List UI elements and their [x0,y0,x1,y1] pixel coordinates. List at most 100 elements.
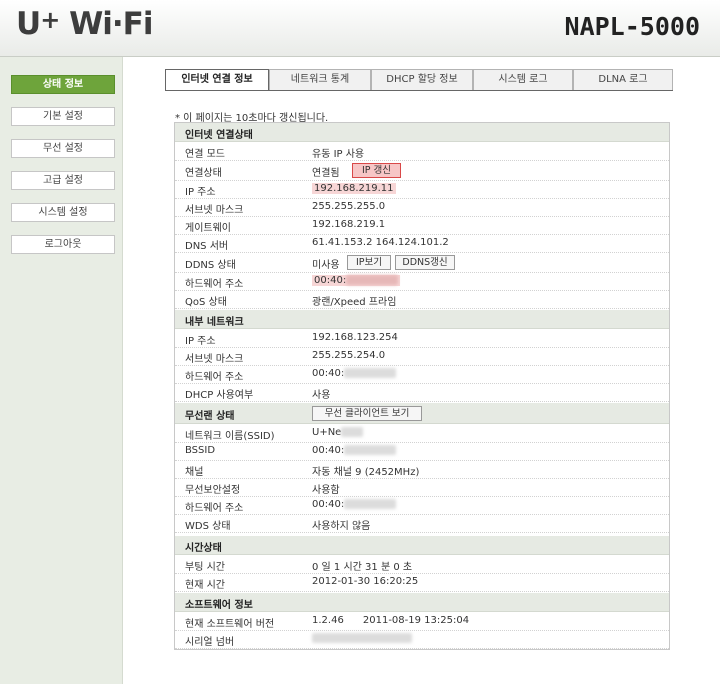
row-label: 시리얼 넘버 [185,637,235,648]
row-ip-address: IP 주소 192.168.219.11 [175,181,669,199]
redacted-value [344,368,397,378]
row-label: 네트워크 이름(SSID) [185,431,275,442]
row-gateway: 게이트웨이 192.168.219.1 [175,217,669,235]
row-value [312,633,412,644]
row-ddns: DDNS 상태 미사용 IP보기 DDNS갱신 [175,253,669,273]
ddns-renew-button[interactable]: DDNS갱신 [395,255,455,270]
row-value: 0 일 1 시간 31 분 0 초 [312,562,413,573]
row-software-version: 현재 소프트웨어 버전 1.2.46 2011-08-19 13:25:04 [175,613,669,631]
row-label: DDNS 상태 [185,260,236,271]
tab-dlna-log[interactable]: DLNA 로그 [573,69,673,91]
row-label: 하드웨어 주소 [185,279,244,290]
row-label: 연결상태 [185,168,222,179]
row-wireless-mac: 하드웨어 주소 00:40: [175,497,669,515]
row-hardware-address: 하드웨어 주소 00:40: [175,273,669,291]
row-internal-mask: 서브넷 마스크 255.255.254.0 [175,348,669,366]
row-label: QoS 상태 [185,297,227,308]
row-internal-mac: 하드웨어 주소 00:40: [175,366,669,384]
row-value: 255.255.254.0 [312,350,386,361]
section-time: 시간상태 [175,536,669,555]
row-current-time: 현재 시간 2012-01-30 16:20:25 [175,574,669,592]
sidebar-item-status[interactable]: 상태 정보 [11,75,115,94]
row-qos: QoS 상태 광랜/Xpeed 프라임 [175,291,669,309]
row-value: 광랜/Xpeed 프라임 [312,297,397,308]
ip-view-button[interactable]: IP보기 [347,255,391,270]
sidebar-item-wireless[interactable]: 무선 설정 [11,139,115,158]
mac-prefix: 00:40: [314,275,347,286]
row-label: 하드웨어 주소 [185,503,244,514]
row-ssid: 네트워크 이름(SSID) U+Ne [175,425,669,443]
status-panel: 인터넷 연결상태 연결 모드 유동 IP 사용 연결상태 연결됨 IP 갱신 I… [174,122,670,650]
section-internal-network: 내부 네트워크 [175,310,669,329]
row-value: 연결됨 [312,168,340,179]
row-label: 서브넷 마스크 [185,354,244,365]
tab-dhcp-info[interactable]: DHCP 할당 정보 [371,69,473,91]
sidebar-item-logout[interactable]: 로그아웃 [11,235,115,254]
row-value: 사용함 [312,485,340,496]
ssid-prefix: U+Ne [312,427,342,438]
row-label: 현재 소프트웨어 버전 [185,619,275,630]
redacted-value [344,499,397,509]
tab-underline [165,90,673,91]
row-label: 무선보안설정 [185,485,241,496]
row-label: 서브넷 마스크 [185,205,244,216]
row-label: 하드웨어 주소 [185,372,244,383]
redacted-value [341,427,364,437]
mac-prefix: 00:40: [312,368,345,379]
model-name: NAPL-5000 [564,12,700,41]
row-value: 사용하지 않음 [312,521,371,532]
section-title: 인터넷 연결상태 [185,130,253,141]
row-value: 00:40: [312,499,397,510]
row-value: 자동 채널 9 (2452MHz) [312,467,420,478]
row-wireless-security: 무선보안설정 사용함 [175,479,669,497]
sidebar-item-basic[interactable]: 기본 설정 [11,107,115,126]
section-title: 소프트웨어 정보 [185,600,253,611]
brand-logo: U+ Wi·Fi [16,6,153,42]
redacted-value [312,633,412,643]
wireless-clients-button[interactable]: 무선 클라이언트 보기 [312,406,422,421]
tab-network-stats[interactable]: 네트워크 통계 [269,69,371,91]
row-value: 255.255.255.0 [312,201,386,212]
row-label: IP 주소 [185,336,216,347]
row-wds: WDS 상태 사용하지 않음 [175,515,669,533]
redacted-value [346,275,399,285]
row-label: 연결 모드 [185,149,225,160]
row-value: 00:40: [312,275,401,286]
section-internet: 인터넷 연결상태 [175,123,669,142]
row-label: WDS 상태 [185,521,231,532]
row-value: 192.168.219.11 [312,183,396,194]
row-label: 부팅 시간 [185,562,225,573]
ip-renew-button[interactable]: IP 갱신 [352,163,401,178]
tab-system-log[interactable]: 시스템 로그 [473,69,573,91]
section-title: 내부 네트워크 [185,317,244,328]
row-connection-status: 연결상태 연결됨 IP 갱신 [175,161,669,181]
row-channel: 채널 자동 채널 9 (2452MHz) [175,461,669,479]
section-wireless: 무선랜 상태 무선 클라이언트 보기 [175,403,669,424]
row-label: DNS 서버 [185,241,229,252]
row-dns: DNS 서버 61.41.153.2 164.124.101.2 [175,235,669,253]
tab-bar: 인터넷 연결 정보 네트워크 통계 DHCP 할당 정보 시스템 로그 DLNA… [165,69,673,91]
sidebar-item-system[interactable]: 시스템 설정 [11,203,115,222]
section-title: 시간상태 [185,543,222,554]
row-bssid: BSSID 00:40: [175,443,669,461]
tab-internet-info[interactable]: 인터넷 연결 정보 [165,69,269,91]
row-label: 게이트웨이 [185,223,231,234]
header: U+ Wi·Fi NAPL-5000 [0,0,720,57]
row-value: 1.2.46 2011-08-19 13:25:04 [312,615,470,626]
row-value: 2012-01-30 16:20:25 [312,576,419,587]
mac-prefix: 00:40: [312,499,345,510]
row-value: 유동 IP 사용 [312,149,365,160]
row-uptime: 부팅 시간 0 일 1 시간 31 분 0 초 [175,556,669,574]
row-label: DHCP 사용여부 [185,390,254,401]
row-dhcp-usage: DHCP 사용여부 사용 [175,384,669,402]
sidebar-item-advanced[interactable]: 고급 설정 [11,171,115,190]
row-connection-mode: 연결 모드 유동 IP 사용 [175,143,669,161]
row-value: 00:40: [312,445,397,456]
row-value: 61.41.153.2 164.124.101.2 [312,237,449,248]
row-value: U+Ne [312,427,364,438]
redacted-value [344,445,397,455]
row-internal-ip: IP 주소 192.168.123.254 [175,330,669,348]
section-title: 무선랜 상태 [185,411,235,422]
row-label: 현재 시간 [185,580,225,591]
row-value: 192.168.219.1 [312,219,386,230]
